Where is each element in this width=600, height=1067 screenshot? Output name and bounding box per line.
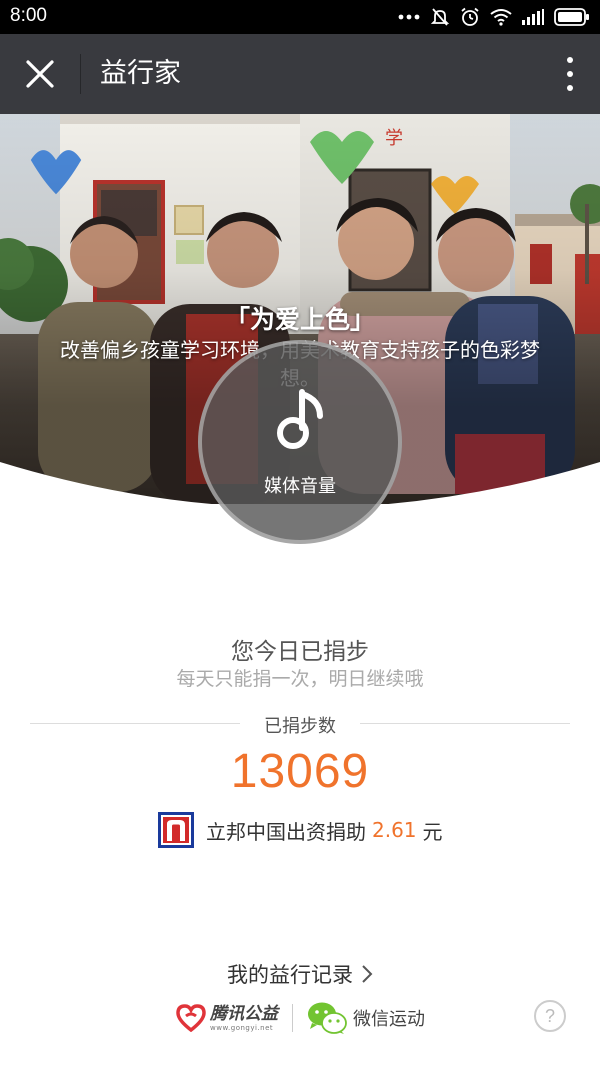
close-icon [26, 60, 54, 88]
mute-icon [430, 8, 450, 26]
my-record-label: 我的益行记录 [227, 963, 353, 987]
donated-subtitle: 每天只能捐一次，明日继续哦 [176, 668, 424, 690]
status-time: 8:00 [10, 5, 47, 26]
nav-bar: 益行家 [0, 34, 600, 114]
tencent-charity-url: www.gongyi.net [210, 1023, 274, 1032]
steps-divider-right [360, 723, 570, 724]
status-icons [398, 6, 590, 28]
alarm-icon [461, 7, 479, 26]
donated-title: 您今日已捐步 [231, 639, 369, 665]
footer-logos: 腾讯公益 www.gongyi.net 微信运动 [176, 998, 425, 1038]
sponsor-line: 立邦中国出资捐助 2.61 元 [158, 812, 443, 848]
more-vertical-icon [567, 57, 573, 63]
more-menu-button[interactable] [564, 54, 576, 94]
nav-divider [80, 54, 81, 94]
hero-title: 「为爱上色」 [224, 305, 375, 334]
wechat-icon [308, 1002, 347, 1034]
heart-hands-icon [176, 1004, 206, 1032]
signal-icon [522, 9, 544, 25]
help-button[interactable]: ? [534, 1000, 566, 1032]
more-dots-icon [398, 14, 420, 20]
sponsor-unit: 元 [422, 819, 443, 844]
wechat-sport-logo: 微信运动 [307, 1001, 425, 1035]
status-bar: 8:00 [0, 0, 600, 34]
tencent-charity-logo: 腾讯公益 www.gongyi.net [176, 1004, 278, 1033]
wifi-icon [490, 9, 512, 26]
music-note-icon [277, 389, 323, 449]
steps-divider-left [30, 723, 240, 724]
tencent-charity-name: 腾讯公益 [210, 1003, 278, 1024]
battery-icon [554, 8, 589, 26]
media-volume-label: 媒体音量 [264, 476, 336, 497]
sponsor-text: 立邦中国出资捐助 [206, 819, 366, 844]
chevron-right-icon [362, 965, 373, 983]
steps-count: 13069 [230, 745, 370, 798]
media-volume-toast: 媒体音量 [198, 340, 402, 544]
close-button[interactable] [18, 54, 62, 94]
nippon-logo-icon [158, 812, 194, 848]
steps-label: 已捐步数 [264, 716, 336, 737]
page-title: 益行家 [100, 58, 181, 89]
wechat-sport-label: 微信运动 [353, 1009, 425, 1030]
footer-divider [292, 1004, 293, 1032]
my-record-link[interactable]: 我的益行记录 [0, 958, 600, 990]
sponsor-amount: 2.61 [372, 818, 417, 842]
